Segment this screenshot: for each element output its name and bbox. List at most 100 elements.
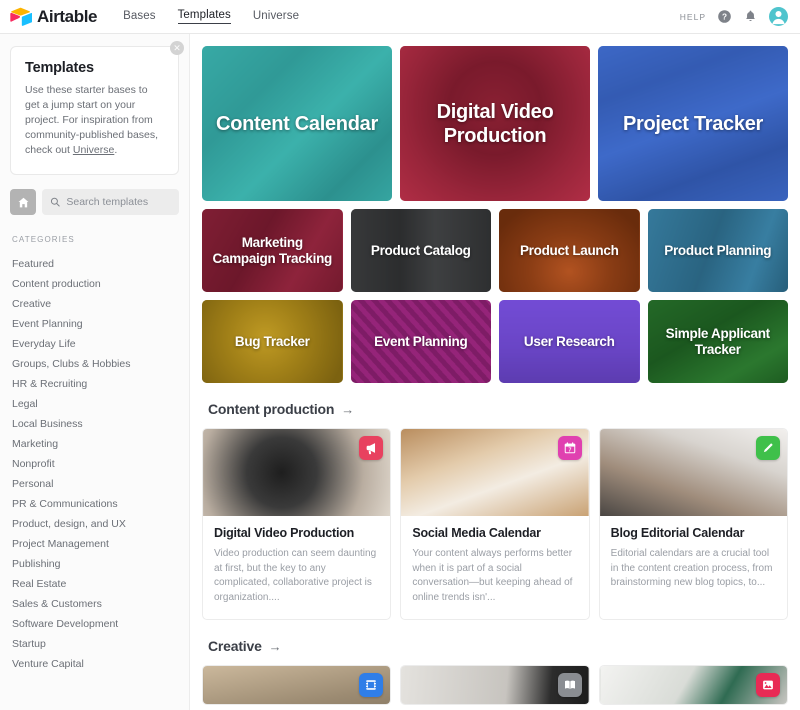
tile-label: Digital Video Production — [436, 100, 554, 147]
avatar[interactable] — [769, 7, 788, 26]
user-avatar-icon — [772, 10, 785, 25]
pencil-icon-badge — [755, 436, 780, 460]
close-icon[interactable]: ✕ — [170, 41, 184, 55]
sidebar-item-groups-clubs-hobbies[interactable]: Groups, Clubs & Hobbies — [10, 354, 179, 374]
categories-header: CATEGORIES — [12, 235, 75, 244]
main-content: Content Calendar Digital Video Productio… — [190, 34, 800, 710]
template-tile-content-calendar[interactable]: Content Calendar — [202, 46, 392, 201]
sidebar-item-real-estate[interactable]: Real Estate — [10, 574, 179, 594]
card-title: Social Media Calendar — [412, 526, 541, 540]
template-tile-project-tracker[interactable]: Project Tracker — [598, 46, 788, 201]
tile-row-2: Marketing Campaign Tracking Product Cata… — [202, 209, 788, 292]
section-title: Content production — [208, 401, 335, 417]
template-tile-simple-applicant-tracker[interactable]: Simple Applicant Tracker — [647, 300, 788, 383]
section-title: Creative — [208, 638, 262, 654]
search-input[interactable] — [66, 196, 171, 208]
tile-label: Marketing Campaign Tracking — [212, 234, 333, 266]
template-card-creative-3[interactable] — [598, 665, 788, 705]
template-card-social-media-calendar[interactable]: 7 Social Media Calendar Your content alw… — [400, 428, 590, 620]
sidebar-item-event-planning[interactable]: Event Planning — [10, 314, 179, 334]
card-title: Digital Video Production — [214, 526, 355, 540]
sidebar-item-hr-recruiting[interactable]: HR & Recruiting — [10, 374, 179, 394]
card-image: 7 — [401, 429, 589, 516]
sidebar-item-pr-communications[interactable]: PR & Communications — [10, 494, 179, 514]
airtable-logo[interactable]: Airtable — [10, 7, 97, 27]
help-label[interactable]: HELP — [680, 12, 706, 22]
sidebar-item-content-production[interactable]: Content production — [10, 274, 179, 294]
card-description: Your content always performs better when… — [412, 548, 573, 603]
tile-label: Event Planning — [374, 333, 468, 349]
tile-label: Product Catalog — [370, 242, 471, 258]
section-header-creative[interactable]: Creative → — [208, 638, 788, 654]
template-tile-product-launch[interactable]: Product Launch — [499, 209, 640, 292]
sidebar-item-featured[interactable]: Featured — [10, 254, 179, 274]
tile-label: Product Launch — [519, 242, 619, 258]
template-tile-bug-tracker[interactable]: Bug Tracker — [202, 300, 343, 383]
sidebar-item-marketing[interactable]: Marketing — [10, 434, 179, 454]
nav-item-universe[interactable]: Universe — [253, 10, 299, 24]
sidebar-item-publishing[interactable]: Publishing — [10, 554, 179, 574]
search-icon — [50, 197, 60, 207]
tile-label: Bug Tracker — [234, 333, 310, 349]
tile-label: Content Calendar — [216, 112, 378, 135]
calendar-icon: 7 — [564, 442, 575, 454]
card-image — [203, 666, 391, 704]
template-tile-marketing-campaign-tracking[interactable]: Marketing Campaign Tracking — [202, 209, 343, 292]
sidebar-item-nonprofit[interactable]: Nonprofit — [10, 454, 179, 474]
sidebar-item-project-management[interactable]: Project Management — [10, 534, 179, 554]
sidebar-item-personal[interactable]: Personal — [10, 474, 179, 494]
hero-tile-row: Content Calendar Digital Video Productio… — [202, 46, 788, 201]
card-body: Social Media Calendar Your content alway… — [401, 516, 588, 619]
tile-label: Simple Applicant Tracker — [665, 325, 771, 357]
bell-icon[interactable] — [743, 9, 758, 24]
card-body: Blog Editorial Calendar Editorial calend… — [600, 516, 787, 605]
sidebar-item-creative[interactable]: Creative — [10, 294, 179, 314]
sidebar-item-startup[interactable]: Startup — [10, 634, 179, 654]
arrow-right-icon: → — [341, 401, 355, 417]
template-tile-event-planning[interactable]: Event Planning — [350, 300, 491, 383]
sidebar-item-sales-customers[interactable]: Sales & Customers — [10, 594, 179, 614]
sidebar-item-local-business[interactable]: Local Business — [10, 414, 179, 434]
sidebar-item-product-design-ux[interactable]: Product, design, and UX — [10, 514, 179, 534]
sidebar-item-legal[interactable]: Legal — [10, 394, 179, 414]
info-card-title: Templates — [25, 60, 94, 76]
card-image — [599, 429, 787, 516]
template-tile-user-research[interactable]: User Research — [499, 300, 640, 383]
svg-text:7: 7 — [568, 448, 571, 454]
pencil-icon — [763, 443, 773, 453]
template-card-digital-video-production[interactable]: Digital Video Production Video productio… — [202, 428, 392, 620]
sidebar-search-row — [10, 189, 179, 215]
tile-row-3: Bug Tracker Event Planning User Research… — [202, 300, 788, 383]
arrow-right-icon: → — [268, 638, 282, 654]
image-icon — [763, 680, 773, 690]
card-row-content-production: Digital Video Production Video productio… — [202, 428, 788, 620]
universe-link[interactable]: Universe — [73, 144, 114, 156]
card-image — [401, 666, 589, 704]
page-body: ✕ Templates Use these starter bases to g… — [0, 34, 800, 710]
tile-label: User Research — [523, 333, 615, 349]
question-circle-icon[interactable]: ? — [717, 9, 732, 24]
template-tile-product-planning[interactable]: Product Planning — [647, 209, 788, 292]
card-description: Editorial calendars are a crucial tool i… — [610, 548, 773, 588]
section-header-content-production[interactable]: Content production → — [208, 401, 788, 417]
megaphone-icon — [366, 443, 376, 455]
card-description: Video production can seem daunting at fi… — [214, 548, 377, 603]
template-card-creative-1[interactable] — [202, 665, 392, 705]
template-tile-digital-video-production[interactable]: Digital Video Production — [400, 46, 590, 201]
sidebar-item-software-development[interactable]: Software Development — [10, 614, 179, 634]
airtable-logo-icon — [10, 7, 32, 26]
nav-item-templates[interactable]: Templates — [177, 9, 231, 24]
sidebar-item-everyday-life[interactable]: Everyday Life — [10, 334, 179, 354]
home-button[interactable] — [10, 189, 36, 215]
card-body: Digital Video Production Video productio… — [203, 516, 390, 619]
search-box[interactable] — [42, 189, 179, 215]
sidebar-item-venture-capital[interactable]: Venture Capital — [10, 654, 179, 674]
tile-label: Project Tracker — [622, 112, 764, 135]
template-card-blog-editorial-calendar[interactable]: Blog Editorial Calendar Editorial calend… — [598, 428, 788, 620]
templates-info-card: ✕ Templates Use these starter bases to g… — [10, 41, 184, 175]
template-card-creative-2[interactable] — [400, 665, 590, 705]
nav-item-bases[interactable]: Bases — [123, 10, 155, 24]
category-list: Featured Content production Creative Eve… — [10, 254, 179, 674]
template-tile-product-catalog[interactable]: Product Catalog — [350, 209, 491, 292]
tile-label: Product Planning — [664, 242, 772, 258]
